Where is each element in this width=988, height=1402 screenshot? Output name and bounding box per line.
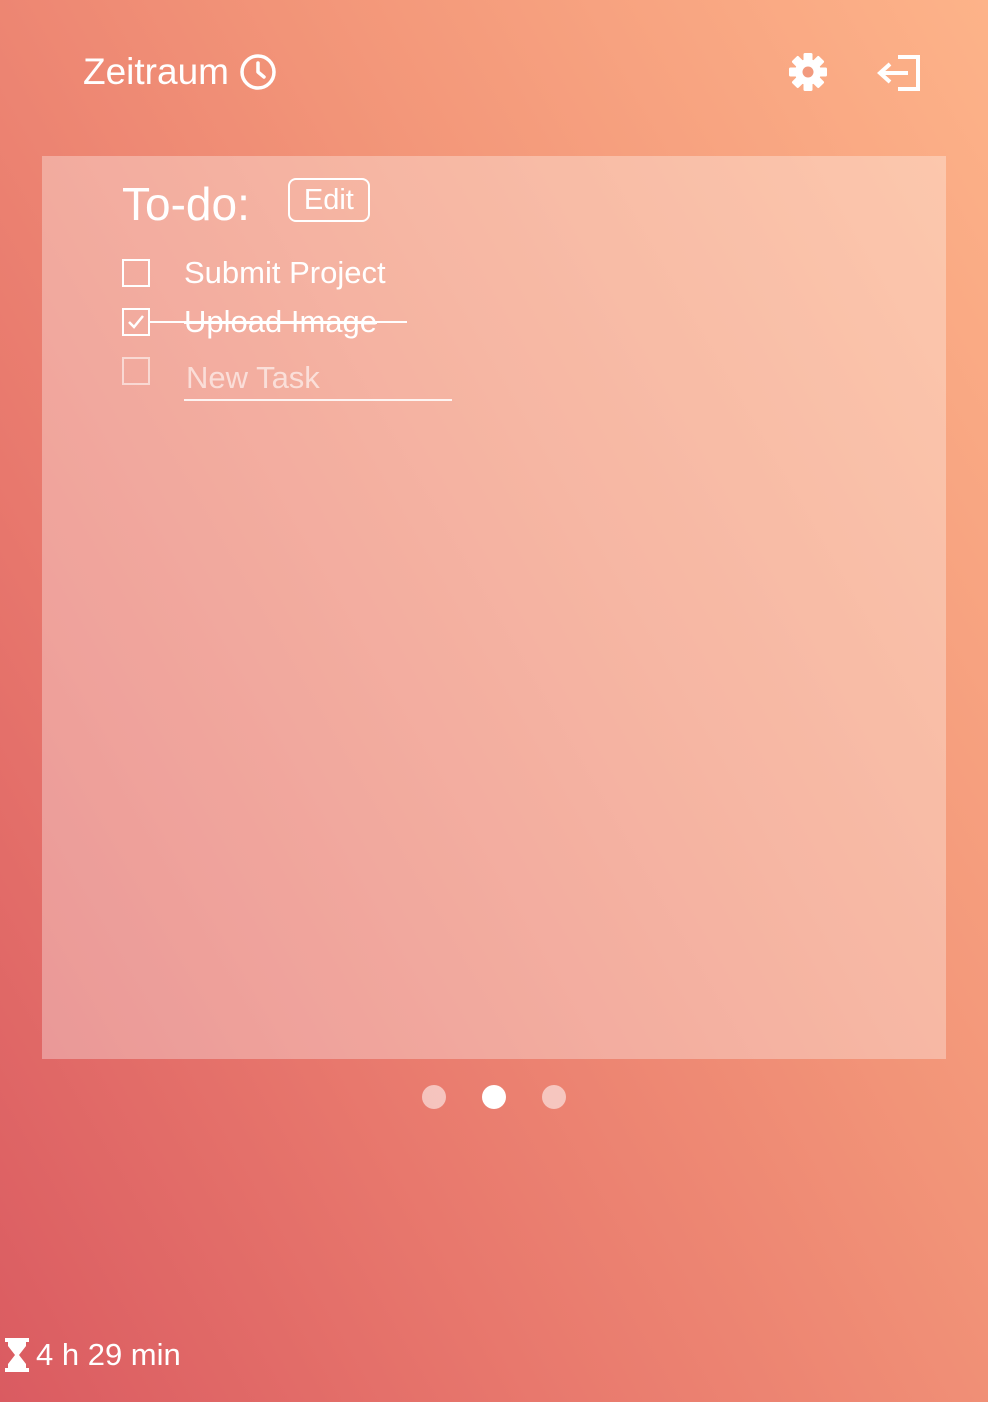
edit-button[interactable]: Edit [287,178,370,222]
app-title-text: Zeitraum [83,51,229,92]
task-checkbox-checked[interactable] [122,307,150,336]
remaining-time: 4 h 29 min [4,1336,181,1374]
strikethrough-line [148,321,407,323]
new-task-checkbox[interactable] [122,356,150,385]
new-task-input[interactable] [184,356,452,401]
clock-icon [240,54,276,90]
checkmark-icon [128,314,144,329]
gear-icon [789,53,827,91]
task-checkbox[interactable] [122,258,150,287]
logout-icon [877,55,920,91]
task-item-completed: Upload Image [122,297,452,346]
task-label[interactable]: Submit Project [184,253,386,293]
new-task-row [122,346,452,401]
todo-header: To-do: Edit [122,176,370,232]
logout-button[interactable] [876,52,922,94]
app-title: Zeitraum [83,50,277,94]
settings-button[interactable] [787,51,829,93]
task-list: Submit Project Upload Image [122,248,452,401]
page-dot-2-active[interactable] [482,1085,506,1109]
hourglass-icon [5,1338,29,1372]
remaining-time-text: 4 h 29 min [36,1337,181,1372]
page-dot-3[interactable] [542,1085,566,1109]
todo-heading: To-do: [122,178,250,230]
task-item: Submit Project [122,248,452,297]
page-dot-1[interactable] [422,1085,446,1109]
page-indicator [422,1085,566,1109]
todo-card: To-do: Edit Submit Project Upload Image [42,156,946,1059]
